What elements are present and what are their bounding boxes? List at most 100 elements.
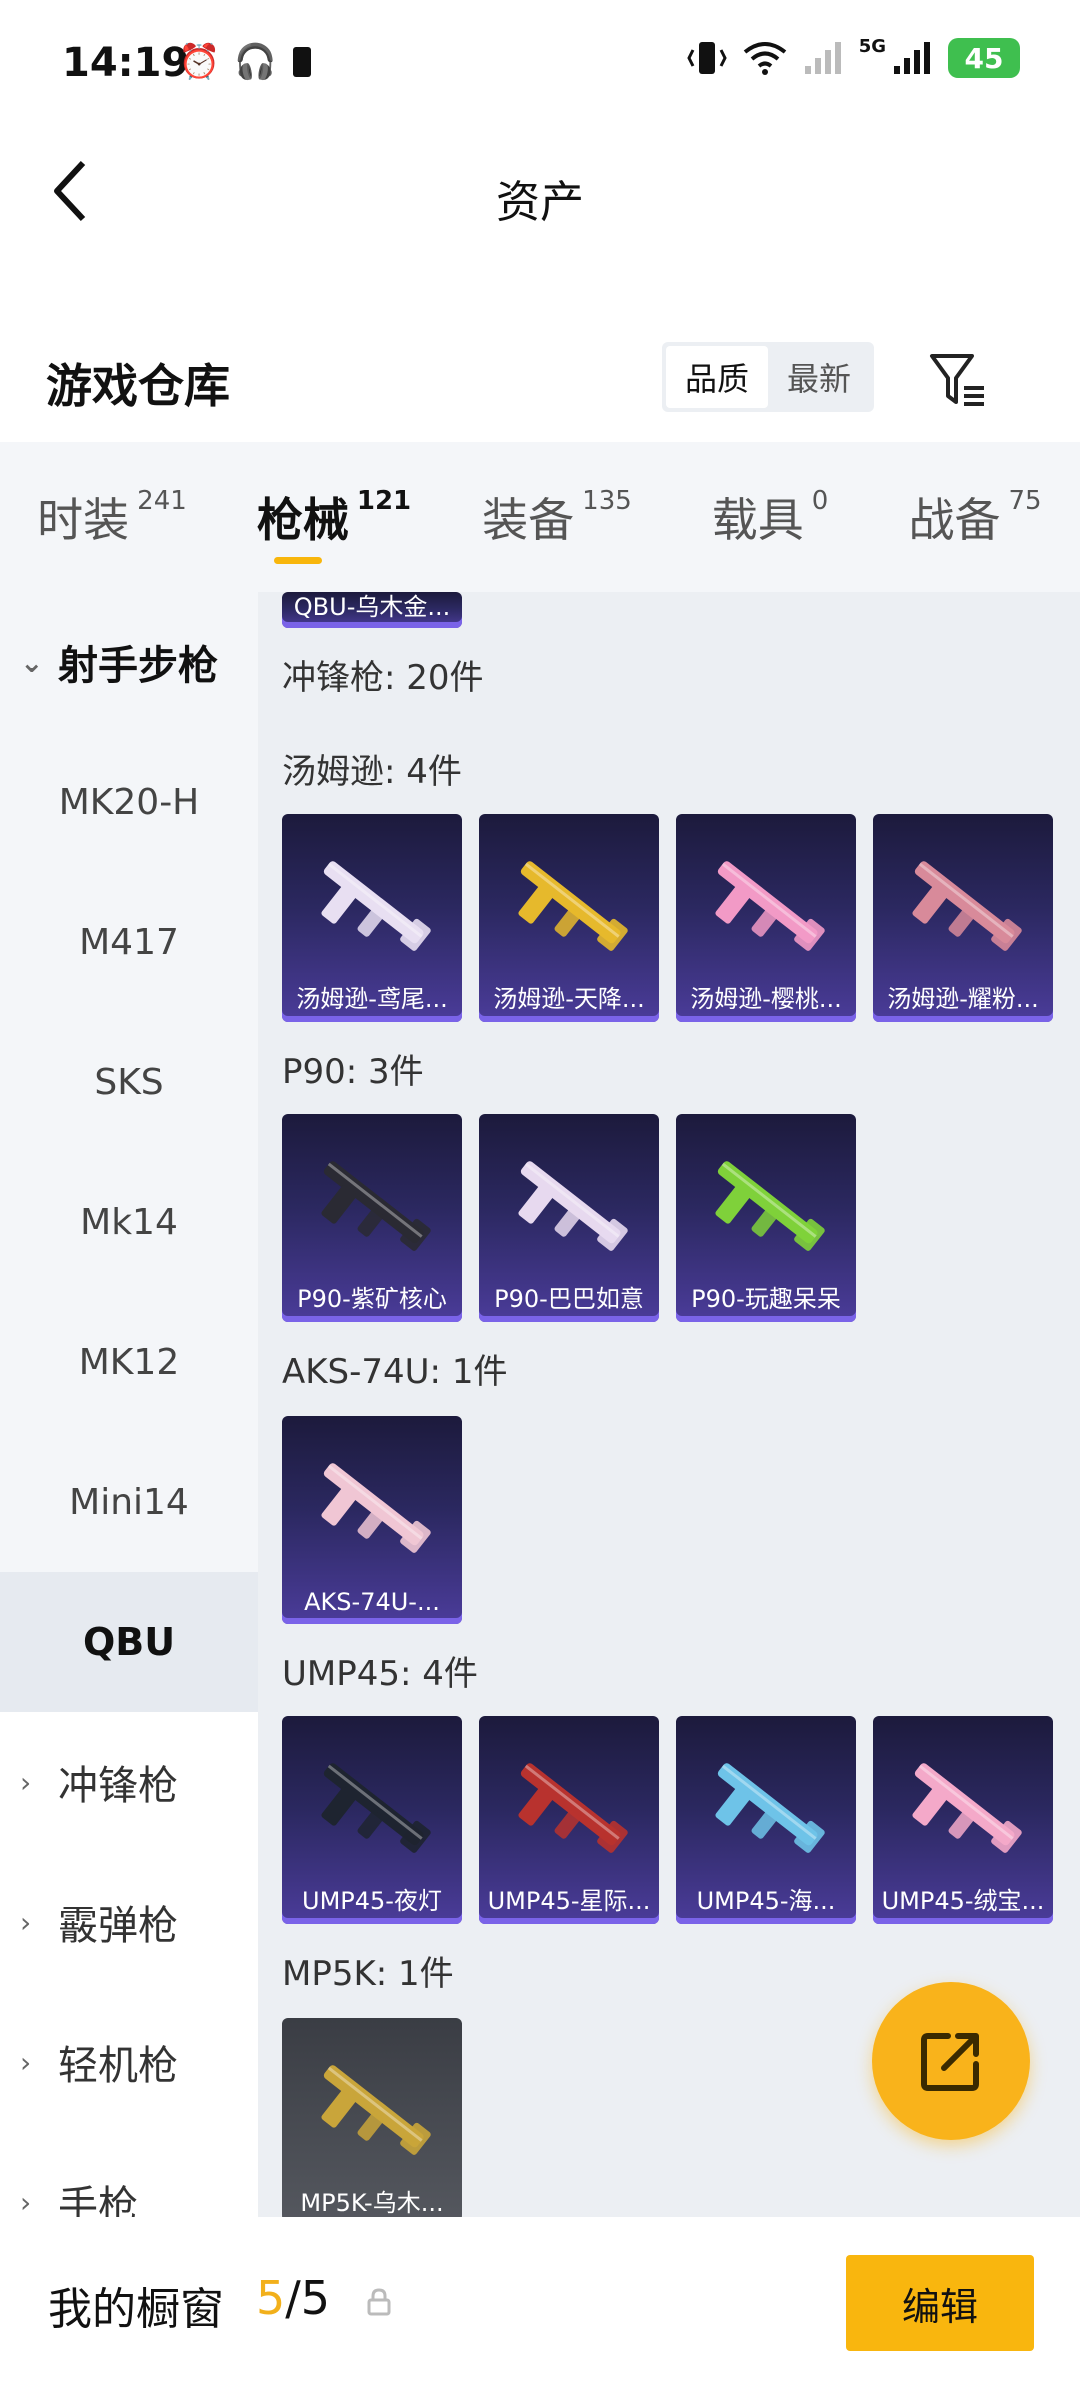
weapon-card[interactable]: UMP45-绒宝... <box>873 1716 1053 1924</box>
tab-fashion[interactable]: 时装 241 <box>0 442 224 592</box>
signal-empty-icon <box>804 42 841 74</box>
network-type-label: 5G <box>858 35 886 57</box>
weapon-card[interactable]: UMP45-夜灯 <box>282 1716 462 1924</box>
edit-button[interactable]: 编辑 <box>846 2255 1034 2351</box>
sidebar-group-shotgun[interactable]: › 霰弹枪 <box>0 1852 258 1992</box>
sidebar-group-marksman-rifles[interactable]: ⌄ 射手步枪 <box>0 592 258 732</box>
weapon-card[interactable]: UMP45-星际... <box>479 1716 659 1924</box>
showcase-label: 我的橱窗 <box>48 2284 224 2335</box>
sidebar-group-label: 射手步枪 <box>58 643 218 689</box>
status-bar: 14:19 ⏰ 🎧 5G 45 <box>0 0 1080 120</box>
active-tab-indicator <box>274 557 322 564</box>
category-total: 冲锋枪: 20件 <box>282 658 484 698</box>
headphones-icon: 🎧 <box>234 42 277 82</box>
gun-image <box>302 836 442 976</box>
chevron-down-icon: ⌄ <box>20 645 44 679</box>
filter-icon <box>930 354 984 406</box>
weapon-card[interactable]: AKS-74U-... <box>282 1416 462 1624</box>
gun-image <box>302 1438 442 1578</box>
weapon-card-name: P90-紫矿核心 <box>297 1285 447 1313</box>
weapon-card-name: UMP45-海... <box>696 1887 836 1915</box>
sidebar-item-mk20h[interactable]: MK20-H <box>0 732 258 872</box>
tab-guns[interactable]: 枪械 121 <box>224 442 444 592</box>
gun-image <box>696 1738 836 1878</box>
section-label-ump45: UMP45: 4件 <box>282 1654 478 1694</box>
sim-card-icon <box>292 47 311 77</box>
showcase-current: 5 <box>256 2271 286 2325</box>
weapon-card[interactable]: P90-巴巴如意 <box>479 1114 659 1322</box>
alarm-icon: ⏰ <box>178 42 221 82</box>
sidebar-group-label: 霰弹枪 <box>58 1903 178 1949</box>
sidebar-item-mini14[interactable]: Mini14 <box>0 1432 258 1572</box>
status-icons-left: ⏰ 🎧 <box>178 42 313 82</box>
tab-count: 121 <box>356 486 412 516</box>
sidebar-group-label: 冲锋枪 <box>58 1763 178 1809</box>
tab-label: 载具 <box>711 493 804 547</box>
weapon-grid: QBU-乌木金... 冲锋枪: 20件 汤姆逊: 4件 汤姆逊-鸢尾... 汤姆… <box>258 592 1080 2217</box>
tab-equipment[interactable]: 装备 135 <box>444 442 670 592</box>
share-button[interactable] <box>872 1982 1030 2140</box>
gun-image <box>499 1136 639 1276</box>
bottom-bar: 我的橱窗 5/5 编辑 <box>0 2217 1080 2382</box>
tab-vehicles[interactable]: 载具 0 <box>670 442 870 592</box>
weapon-card[interactable]: 汤姆逊-鸢尾... <box>282 814 462 1022</box>
vibrate-icon <box>687 42 727 74</box>
category-tabs: 时装 241 枪械 121 装备 135 载具 0 战备 75 <box>0 442 1080 592</box>
showcase-count: 5/5 <box>256 2271 330 2325</box>
section-label-p90: P90: 3件 <box>282 1052 424 1092</box>
gun-image <box>499 836 639 976</box>
tab-count: 241 <box>137 486 187 516</box>
weapon-card-name: 汤姆逊-耀粉... <box>887 985 1039 1013</box>
weapon-card[interactable]: 汤姆逊-耀粉... <box>873 814 1053 1022</box>
gun-image <box>696 1136 836 1276</box>
sidebar-group-pistol[interactable]: › 手枪 <box>0 2132 258 2217</box>
gun-image <box>893 836 1033 976</box>
sidebar-item-qbu[interactable]: QBU <box>0 1572 258 1712</box>
weapon-sidebar: ⌄ 射手步枪 MK20-H M417 SKS Mk14 MK12 Mini14 … <box>0 592 258 2217</box>
signal-icon <box>894 42 930 74</box>
wifi-icon <box>743 42 786 75</box>
weapon-card-name: MP5K-乌木... <box>300 2189 444 2217</box>
sidebar-group-lmg[interactable]: › 轻机枪 <box>0 1992 258 2132</box>
tab-label: 装备 <box>482 493 575 547</box>
sidebar-item-m417[interactable]: M417 <box>0 872 258 1012</box>
tab-combat-gear[interactable]: 战备 75 <box>870 442 1080 592</box>
filter-button[interactable] <box>922 344 994 416</box>
weapon-card[interactable]: 汤姆逊-樱桃... <box>676 814 856 1022</box>
tab-count: 0 <box>811 486 829 516</box>
gun-image <box>302 1136 442 1276</box>
chevron-right-icon: › <box>20 2185 32 2218</box>
chevron-right-icon: › <box>20 2045 32 2079</box>
weapon-card-name: 汤姆逊-樱桃... <box>690 985 842 1013</box>
tab-count: 135 <box>582 486 632 516</box>
sidebar-item-sks[interactable]: SKS <box>0 1012 258 1152</box>
weapon-card[interactable]: 汤姆逊-天降... <box>479 814 659 1022</box>
section-label-aks74u: AKS-74U: 1件 <box>282 1352 508 1392</box>
tab-label: 战备 <box>908 493 1001 547</box>
battery-indicator: 45 <box>948 38 1020 78</box>
lock-icon <box>367 2288 391 2316</box>
sidebar-group-smg[interactable]: › 冲锋枪 <box>0 1712 258 1852</box>
section-label-thompson: 汤姆逊: 4件 <box>282 752 462 792</box>
sort-option-newest[interactable]: 最新 <box>768 346 870 408</box>
sort-option-quality[interactable]: 品质 <box>666 346 768 408</box>
weapon-card-name: AKS-74U-... <box>304 1588 440 1616</box>
weapon-card[interactable]: MP5K-乌木... <box>282 2018 462 2217</box>
gun-image <box>499 1738 639 1878</box>
tab-count: 75 <box>1008 486 1042 516</box>
chevron-right-icon: › <box>20 1905 32 1939</box>
weapon-card[interactable]: UMP45-海... <box>676 1716 856 1924</box>
weapon-card[interactable]: P90-紫矿核心 <box>282 1114 462 1322</box>
weapon-card-partial[interactable]: QBU-乌木金... <box>282 592 462 628</box>
tab-label: 枪械 <box>256 493 349 547</box>
weapon-card[interactable]: P90-玩趣呆呆 <box>676 1114 856 1322</box>
sidebar-group-label: 手枪 <box>58 2183 138 2217</box>
sidebar-item-mk12[interactable]: MK12 <box>0 1292 258 1432</box>
weapon-card-name: QBU-乌木金... <box>293 593 451 621</box>
status-time: 14:19 <box>62 40 190 86</box>
weapon-card-name: P90-玩趣呆呆 <box>691 1285 841 1313</box>
tab-label: 时装 <box>37 493 130 547</box>
sort-toggle: 品质 最新 <box>662 342 874 412</box>
sidebar-item-mk14[interactable]: Mk14 <box>0 1152 258 1292</box>
gun-image <box>893 1738 1033 1878</box>
